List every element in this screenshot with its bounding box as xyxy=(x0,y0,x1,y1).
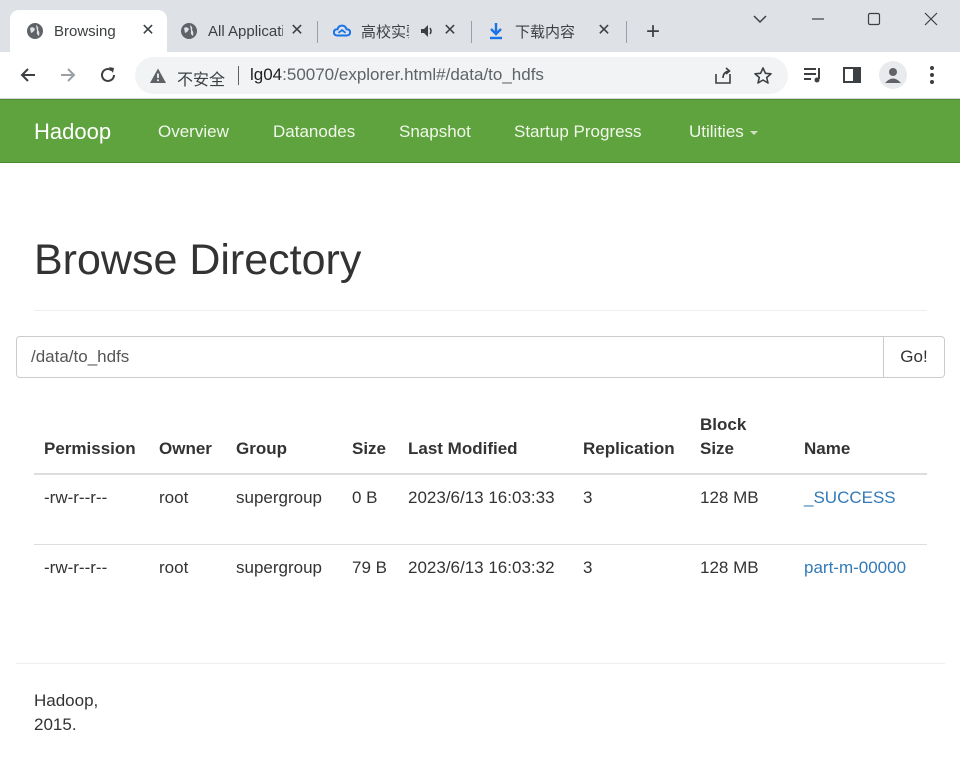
cell-size: 0 B xyxy=(352,488,378,507)
navbar-brand[interactable]: Hadoop xyxy=(34,119,111,145)
col-permission[interactable]: Permission xyxy=(34,405,149,475)
share-icon[interactable] xyxy=(713,66,733,86)
directory-path-input[interactable] xyxy=(16,336,884,378)
cell-permission: -rw-r--r-- xyxy=(44,488,108,507)
cell-name: part-m-00000 xyxy=(794,543,927,614)
tab-separator xyxy=(626,21,627,43)
new-tab-button[interactable]: + xyxy=(640,20,666,46)
cell-owner: root xyxy=(159,488,189,507)
globe-icon xyxy=(180,22,198,40)
footer-divider xyxy=(16,663,945,664)
cell-group: supergroup xyxy=(236,488,323,507)
nav-overview[interactable]: Overview xyxy=(158,122,229,142)
tab-all-applications[interactable]: All Applications ✕ xyxy=(164,10,316,52)
nav-startup-progress[interactable]: Startup Progress xyxy=(514,122,642,142)
cell-owner: root xyxy=(149,543,226,614)
browser-tab-strip: Browsing HDFS ✕ All Applications ✕ 高校实验 … xyxy=(0,0,960,52)
tab-title: 高校实验 xyxy=(361,23,409,41)
col-owner[interactable]: Owner xyxy=(149,405,226,475)
close-tab-icon[interactable]: ✕ xyxy=(595,22,613,40)
back-button[interactable] xyxy=(15,62,41,88)
col-replication[interactable]: Replication xyxy=(573,405,690,475)
tab-downloads[interactable]: 下载内容 ✕ xyxy=(471,10,623,52)
close-window-button[interactable] xyxy=(916,8,946,30)
more-menu-icon[interactable] xyxy=(921,64,943,86)
path-form: Go! xyxy=(16,336,945,378)
close-tab-icon[interactable]: ✕ xyxy=(288,22,306,40)
nav-utilities-label: Utilities xyxy=(689,122,744,141)
cell-replication: 3 xyxy=(583,488,593,507)
footer-text: Hadoop, 2015. xyxy=(34,691,99,734)
col-size[interactable]: Size xyxy=(342,405,398,475)
tab-browsing-hdfs[interactable]: Browsing HDFS ✕ xyxy=(10,10,167,52)
table-header-row: Permission Owner Group Size Last Modifie… xyxy=(34,405,927,475)
cell-name: _SUCCESS xyxy=(794,474,927,544)
file-link[interactable]: part-m-00000 xyxy=(804,558,906,577)
cell-block-size: 128 MB xyxy=(690,543,794,614)
col-last-modified[interactable]: Last Modified xyxy=(398,405,573,475)
profile-avatar-icon[interactable] xyxy=(879,61,907,89)
close-tab-icon[interactable]: ✕ xyxy=(441,22,459,40)
table-row: -rw-r--r-- root supergroup 0 B 2023/6/13… xyxy=(34,474,927,544)
reload-button[interactable] xyxy=(95,62,121,88)
address-divider xyxy=(238,66,239,85)
warning-icon[interactable] xyxy=(149,67,167,85)
cell-block-size: 128 MB xyxy=(700,488,759,507)
col-group[interactable]: Group xyxy=(226,405,342,475)
table-row: -rw-r--r-- root supergroup 79 B 2023/6/1… xyxy=(34,543,927,614)
hadoop-navbar: Hadoop Overview Datanodes Snapshot Start… xyxy=(0,99,960,163)
tab-search-chevron-icon[interactable] xyxy=(745,8,775,30)
cell-group: supergroup xyxy=(226,543,342,614)
file-link[interactable]: _SUCCESS xyxy=(804,488,896,507)
col-name[interactable]: Name xyxy=(794,405,927,475)
col-block-size[interactable]: Block Size xyxy=(690,405,794,475)
cell-modified: 2023/6/13 16:03:33 xyxy=(408,488,555,507)
media-control-icon[interactable] xyxy=(802,64,824,86)
tab-gaoxiao[interactable]: 高校实验 ✕ xyxy=(317,10,469,52)
caret-down-icon xyxy=(749,130,758,135)
bookmark-star-icon[interactable] xyxy=(753,66,773,86)
page-title: Browse Directory xyxy=(34,236,362,284)
title-divider xyxy=(34,310,927,311)
url-text[interactable]: lg04:50070/explorer.html#/data/to_hdfs xyxy=(250,65,544,85)
globe-icon xyxy=(26,22,44,40)
cloud-icon xyxy=(333,22,351,40)
cell-modified: 2023/6/13 16:03:32 xyxy=(398,543,573,614)
address-bar[interactable]: 不安全 lg04:50070/explorer.html#/data/to_hd… xyxy=(135,57,788,94)
directory-table: Permission Owner Group Size Last Modifie… xyxy=(34,405,927,614)
url-path: :50070/explorer.html#/data/to_hdfs xyxy=(282,65,544,84)
insecure-label[interactable]: 不安全 xyxy=(177,66,225,90)
browser-toolbar: 不安全 lg04:50070/explorer.html#/data/to_hd… xyxy=(0,52,960,99)
tab-title: 下载内容 xyxy=(515,23,576,41)
tab-title: Browsing HDFS xyxy=(54,22,120,40)
maximize-button[interactable] xyxy=(859,8,889,30)
go-button[interactable]: Go! xyxy=(884,336,945,378)
url-host: lg04 xyxy=(250,65,283,84)
nav-snapshot[interactable]: Snapshot xyxy=(399,122,471,142)
tab-title: All Applications xyxy=(208,22,283,40)
cell-permission: -rw-r--r-- xyxy=(34,543,149,614)
forward-button[interactable] xyxy=(55,62,81,88)
nav-utilities-dropdown[interactable]: Utilities xyxy=(689,122,758,142)
cell-size: 79 B xyxy=(342,543,398,614)
side-panel-icon[interactable] xyxy=(841,64,863,86)
download-icon xyxy=(487,22,505,40)
cell-replication: 3 xyxy=(573,543,690,614)
minimize-button[interactable] xyxy=(803,8,833,30)
nav-datanodes[interactable]: Datanodes xyxy=(273,122,355,142)
speaker-icon[interactable] xyxy=(419,22,435,40)
close-tab-icon[interactable]: ✕ xyxy=(139,22,157,40)
